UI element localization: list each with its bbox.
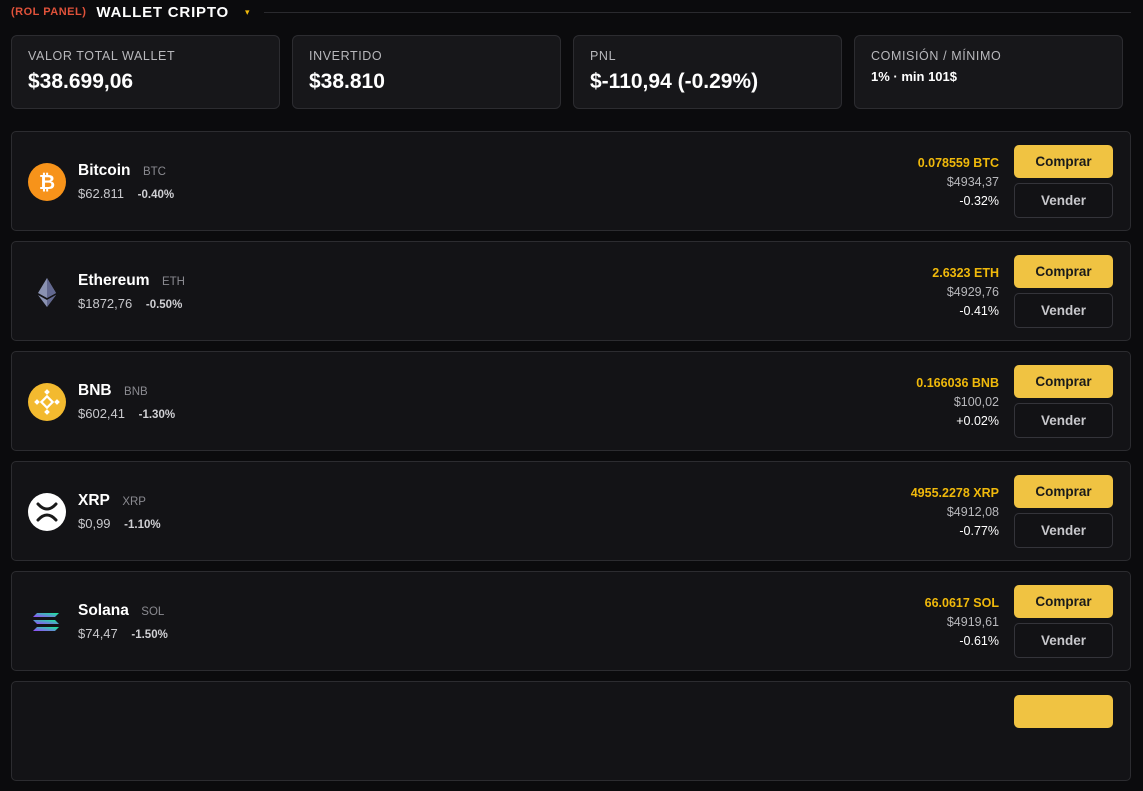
holding-usd: $100,02 xyxy=(953,395,999,409)
coin-symbol: XRP xyxy=(122,496,146,508)
buy-button[interactable]: Comprar xyxy=(1014,475,1113,508)
holding-info: 66.0617 SOL $4919,61 -0.61% xyxy=(925,596,999,648)
chevron-down-icon[interactable]: ▾ xyxy=(245,7,250,18)
holding-info: 4955.2278 XRP $4912,08 -0.77% xyxy=(911,486,999,538)
holding-pnl-percent: -0.77% xyxy=(959,524,999,538)
holding-amount: 4955.2278 XRP xyxy=(910,486,999,500)
coin-price: $1872,76 xyxy=(78,296,133,311)
coin-name: Bitcoin xyxy=(78,162,131,179)
holding-amount: 66.0617 SOL xyxy=(924,596,999,610)
bitcoin-icon: ₿ xyxy=(28,163,66,201)
coin-name: BNB xyxy=(78,382,112,399)
coin-change: -1.10% xyxy=(124,519,161,531)
holding-info: 0.166036 BNB $100,02 +0.02% xyxy=(916,376,999,428)
stat-invested: INVERTIDO $38.810 xyxy=(292,35,561,109)
stat-value: $38.699,06 xyxy=(28,70,134,93)
buy-button[interactable]: Comprar xyxy=(1014,585,1113,618)
coin-row-sol: Solana SOL $74,47 -1.50% 66.0617 SOL $49… xyxy=(11,571,1131,671)
buy-button[interactable]: Comprar xyxy=(1014,145,1113,178)
coin-price: $602,41 xyxy=(78,406,125,421)
stats-summary: VALOR TOTAL WALLET $38.699,06 INVERTIDO … xyxy=(11,35,1123,109)
holding-usd: $4919,61 xyxy=(946,615,999,629)
stat-label: PNL xyxy=(590,49,617,63)
holding-amount: 0.078559 BTC xyxy=(917,156,999,170)
stat-commission: COMISIÓN / MÍNIMO 1% · min 101$ xyxy=(854,35,1123,109)
coin-info: Solana SOL $74,47 -1.50% xyxy=(78,602,168,641)
holding-pnl-percent: -0.32% xyxy=(959,194,999,208)
holding-usd: $4912,08 xyxy=(946,505,999,519)
stat-value: 1% · min 101$ xyxy=(871,69,957,84)
buy-button[interactable] xyxy=(1014,695,1113,728)
coin-name: XRP xyxy=(78,492,110,509)
coin-row-xrp: XRP XRP $0,99 -1.10% 4955.2278 XRP $4912… xyxy=(11,461,1131,561)
sell-button[interactable]: Vender xyxy=(1014,403,1113,438)
coin-change: -0.50% xyxy=(145,299,183,311)
stat-value: $-110,94 (-0.29%) xyxy=(590,70,759,93)
coin-info: BNB BNB $602,41 -1.30% xyxy=(78,382,175,421)
coin-change: -1.30% xyxy=(138,409,176,421)
sell-button[interactable]: Vender xyxy=(1014,183,1113,218)
page-header: (ROL PANEL) WALLET CRIPTO ▾ xyxy=(11,0,1131,24)
buy-button[interactable]: Comprar xyxy=(1014,365,1113,398)
sell-button[interactable]: Vender xyxy=(1014,293,1113,328)
coin-row-eth: Ethereum ETH $1872,76 -0.50% 2.6323 ETH … xyxy=(11,241,1131,341)
coin-symbol: BNB xyxy=(124,386,148,398)
stat-label: COMISIÓN / MÍNIMO xyxy=(871,49,1002,63)
sell-button[interactable]: Vender xyxy=(1014,623,1113,658)
holding-amount: 0.166036 BNB xyxy=(916,376,999,390)
coin-price: $74,47 xyxy=(78,626,118,641)
stat-value: $38.810 xyxy=(309,70,385,93)
buy-button[interactable]: Comprar xyxy=(1014,255,1113,288)
xrp-icon xyxy=(28,493,66,531)
coin-price: $62.811 xyxy=(78,186,125,201)
coin-info: XRP XRP $0,99 -1.10% xyxy=(78,492,161,531)
coin-row-btc: ₿ Bitcoin BTC $62.811 -0.40% 0.078559 BT… xyxy=(11,131,1131,231)
solana-icon xyxy=(28,603,66,641)
coin-info: Bitcoin BTC $62.811 -0.40% xyxy=(78,162,174,201)
svg-text:₿: ₿ xyxy=(39,170,55,194)
holding-pnl-percent: -0.61% xyxy=(959,634,999,648)
coin-row-partial xyxy=(11,681,1131,781)
coin-row-bnb: BNB BNB $602,41 -1.30% 0.166036 BNB $100… xyxy=(11,351,1131,451)
coin-price: $0,99 xyxy=(78,516,111,531)
bnb-icon xyxy=(28,383,66,421)
stat-label: INVERTIDO xyxy=(309,49,383,63)
coin-name: Ethereum xyxy=(78,272,150,289)
coin-name: Solana xyxy=(78,602,129,619)
holding-amount: 2.6323 ETH xyxy=(932,266,999,280)
holding-usd: $4929,76 xyxy=(946,285,999,299)
holding-pnl-percent: -0.41% xyxy=(959,304,999,318)
page-title: WALLET CRIPTO xyxy=(96,3,229,21)
coin-info: Ethereum ETH $1872,76 -0.50% xyxy=(78,272,185,311)
stat-pnl: PNL $-110,94 (-0.29%) xyxy=(573,35,842,109)
holding-info: 0.078559 BTC $4934,37 -0.32% xyxy=(918,156,999,208)
coin-symbol: SOL xyxy=(141,606,165,618)
holding-info: 2.6323 ETH $4929,76 -0.41% xyxy=(932,266,999,318)
coin-change: -0.40% xyxy=(137,189,175,201)
ethereum-icon xyxy=(28,273,66,311)
coin-list: ₿ Bitcoin BTC $62.811 -0.40% 0.078559 BT… xyxy=(11,131,1131,791)
holding-usd: $4934,37 xyxy=(946,175,999,189)
coin-change: -1.50% xyxy=(131,629,168,641)
coin-symbol: ETH xyxy=(161,276,185,288)
stat-total-wallet: VALOR TOTAL WALLET $38.699,06 xyxy=(11,35,280,109)
coin-symbol: BTC xyxy=(142,166,166,178)
holding-pnl-percent: +0.02% xyxy=(956,414,999,428)
stat-label: VALOR TOTAL WALLET xyxy=(28,49,176,63)
rol-panel-label: (ROL PANEL) xyxy=(11,6,87,18)
sell-button[interactable]: Vender xyxy=(1014,513,1113,548)
header-divider xyxy=(263,11,1131,13)
